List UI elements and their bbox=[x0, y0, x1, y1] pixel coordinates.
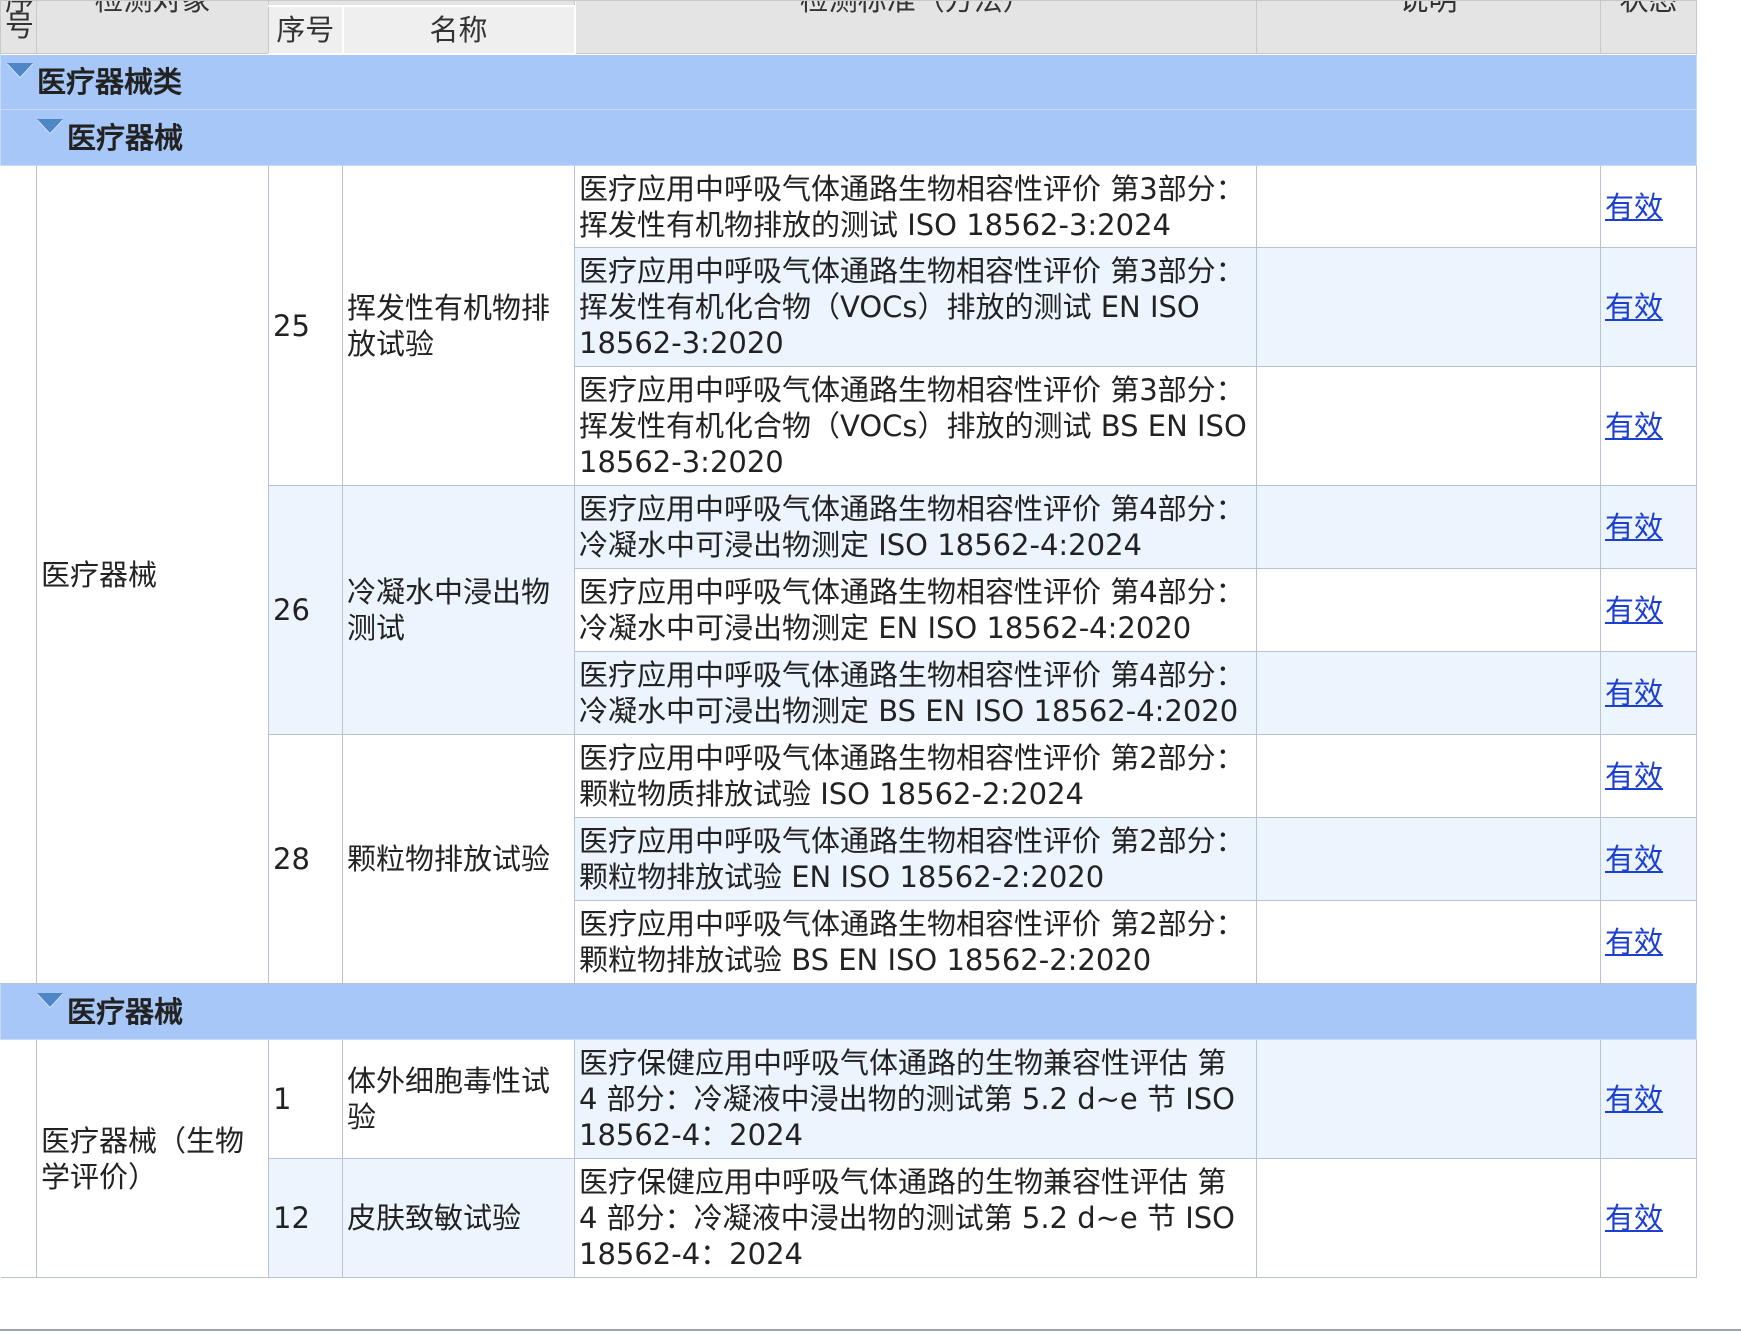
status-cell: 有效 bbox=[1600, 817, 1697, 901]
standard-cell: 医疗应用中呼吸气体通路生物相容性评价 第2部分：颗粒物质排放试验 ISO 185… bbox=[574, 734, 1257, 818]
group-cell-sub2[interactable]: 医疗器械 bbox=[0, 983, 1697, 1040]
header-row: 序号 检测对象 检测标准（方法） 说明 状态 bbox=[0, 0, 1697, 54]
test-object-cell: 医疗器械 bbox=[36, 165, 269, 984]
status-link[interactable]: 有效 bbox=[1605, 510, 1663, 544]
bottom-divider bbox=[0, 1329, 1741, 1331]
header-status-text: 状态 bbox=[1619, 2, 1677, 18]
status-cell: 有效 bbox=[1600, 485, 1697, 569]
status-link[interactable]: 有效 bbox=[1605, 925, 1663, 959]
item-name-cell: 冷凝水中浸出物测试 bbox=[342, 485, 575, 735]
header-index-text: 序号 bbox=[5, 2, 35, 43]
item-number-cell: 12 bbox=[268, 1158, 343, 1278]
standard-cell: 医疗应用中呼吸气体通路生物相容性评价 第4部分：冷凝水中可浸出物测定 ISO 1… bbox=[574, 485, 1257, 569]
standard-cell: 医疗应用中呼吸气体通路生物相容性评价 第3部分：挥发性有机物排放的测试 ISO … bbox=[574, 165, 1257, 248]
collapse-triangle-icon[interactable] bbox=[37, 118, 63, 133]
table-row: 医疗器械（生物学评价） 1 体外细胞毒性试验 医疗保健应用中呼吸气体通路的生物兼容性评… bbox=[0, 1039, 1697, 1278]
note-cell bbox=[1256, 485, 1601, 569]
note-cell bbox=[1256, 366, 1601, 486]
item-number-cell: 28 bbox=[268, 734, 343, 984]
status-link[interactable]: 有效 bbox=[1605, 759, 1663, 793]
status-link[interactable]: 有效 bbox=[1605, 676, 1663, 710]
status-cell: 有效 bbox=[1600, 734, 1697, 818]
test-object-cell: 医疗器械（生物学评价） bbox=[36, 1039, 269, 1278]
group-label-sub2: 医疗器械 bbox=[67, 994, 184, 1029]
group-cell-top[interactable]: 医疗器械类 bbox=[0, 53, 1697, 110]
standard-cell: 医疗保健应用中呼吸气体通路的生物兼容性评估 第 4 部分：冷凝液中浸出物的测试第… bbox=[574, 1039, 1257, 1159]
status-link[interactable]: 有效 bbox=[1605, 290, 1663, 324]
item-number-cell: 1 bbox=[268, 1039, 343, 1159]
header-standard-text: 检测标准（方法） bbox=[800, 2, 1032, 18]
status-link[interactable]: 有效 bbox=[1605, 1201, 1663, 1235]
status-link[interactable]: 有效 bbox=[1605, 593, 1663, 627]
header-standard: 检测标准（方法） bbox=[574, 0, 1257, 54]
standard-cell: 医疗保健应用中呼吸气体通路的生物兼容性评估 第 4 部分：冷凝液中浸出物的测试第… bbox=[574, 1158, 1257, 1278]
group-label-sub1: 医疗器械 bbox=[67, 120, 184, 155]
note-cell bbox=[1256, 1039, 1601, 1159]
status-link[interactable]: 有效 bbox=[1605, 190, 1663, 224]
group-label-top: 医疗器械类 bbox=[37, 64, 183, 99]
header-sub-no: 序号 bbox=[268, 4, 344, 55]
header-sub-name: 名称 bbox=[342, 4, 576, 55]
item-number-cell: 26 bbox=[268, 485, 343, 735]
status-cell: 有效 bbox=[1600, 568, 1697, 652]
row-index-cell bbox=[0, 165, 37, 984]
note-cell bbox=[1256, 165, 1601, 248]
status-link[interactable]: 有效 bbox=[1605, 842, 1663, 876]
status-cell: 有效 bbox=[1600, 247, 1697, 367]
note-cell bbox=[1256, 651, 1601, 735]
row-index-cell bbox=[0, 1039, 37, 1278]
table-row: 医疗器械 25 挥发性有机物排放试验 医疗应用中呼吸气体通路生物相容性评价 第3部分：… bbox=[0, 165, 1697, 984]
group-row-top[interactable]: 医疗器械类 bbox=[0, 53, 1697, 110]
status-link[interactable]: 有效 bbox=[1605, 1082, 1663, 1116]
header-object: 检测对象 bbox=[36, 0, 269, 54]
header-note-text: 说明 bbox=[1399, 2, 1457, 18]
standards-table: 序号 检测对象 检测标准（方法） 说明 状态 序号 名称 医疗器械类 医疗器械 … bbox=[0, 0, 1697, 1278]
note-cell bbox=[1256, 900, 1601, 984]
collapse-triangle-icon[interactable] bbox=[37, 992, 63, 1007]
note-cell bbox=[1256, 568, 1601, 652]
item-name-cell: 皮肤致敏试验 bbox=[342, 1158, 575, 1278]
status-cell: 有效 bbox=[1600, 1039, 1697, 1159]
standard-cell: 医疗应用中呼吸气体通路生物相容性评价 第4部分：冷凝水中可浸出物测定 BS EN… bbox=[574, 651, 1257, 735]
header-index: 序号 bbox=[0, 0, 37, 54]
header-object-text: 检测对象 bbox=[94, 2, 210, 18]
note-cell bbox=[1256, 817, 1601, 901]
group-row-sub1[interactable]: 医疗器械 bbox=[0, 109, 1697, 166]
group-row-sub2[interactable]: 医疗器械 bbox=[0, 983, 1697, 1040]
standard-cell: 医疗应用中呼吸气体通路生物相容性评价 第3部分：挥发性有机化合物（VOCs）排放… bbox=[574, 247, 1257, 367]
group-cell-sub1[interactable]: 医疗器械 bbox=[0, 109, 1697, 166]
header-status: 状态 bbox=[1600, 0, 1697, 54]
item-name-cell: 颗粒物排放试验 bbox=[342, 734, 575, 984]
header-note: 说明 bbox=[1256, 0, 1601, 54]
note-cell bbox=[1256, 1158, 1601, 1278]
standard-cell: 医疗应用中呼吸气体通路生物相容性评价 第4部分：冷凝水中可浸出物测定 EN IS… bbox=[574, 568, 1257, 652]
status-cell: 有效 bbox=[1600, 366, 1697, 486]
note-cell bbox=[1256, 247, 1601, 367]
standard-cell: 医疗应用中呼吸气体通路生物相容性评价 第2部分：颗粒物排放试验 EN ISO 1… bbox=[574, 817, 1257, 901]
item-number-cell: 25 bbox=[268, 165, 343, 486]
status-cell: 有效 bbox=[1600, 165, 1697, 248]
standard-cell: 医疗应用中呼吸气体通路生物相容性评价 第2部分：颗粒物排放试验 BS EN IS… bbox=[574, 900, 1257, 984]
note-cell bbox=[1256, 734, 1601, 818]
collapse-triangle-icon[interactable] bbox=[7, 62, 33, 77]
status-cell: 有效 bbox=[1600, 900, 1697, 984]
item-name-cell: 挥发性有机物排放试验 bbox=[342, 165, 575, 486]
standard-cell: 医疗应用中呼吸气体通路生物相容性评价 第3部分：挥发性有机化合物（VOCs）排放… bbox=[574, 366, 1257, 486]
item-name-cell: 体外细胞毒性试验 bbox=[342, 1039, 575, 1159]
status-cell: 有效 bbox=[1600, 1158, 1697, 1278]
status-cell: 有效 bbox=[1600, 651, 1697, 735]
status-link[interactable]: 有效 bbox=[1605, 409, 1663, 443]
